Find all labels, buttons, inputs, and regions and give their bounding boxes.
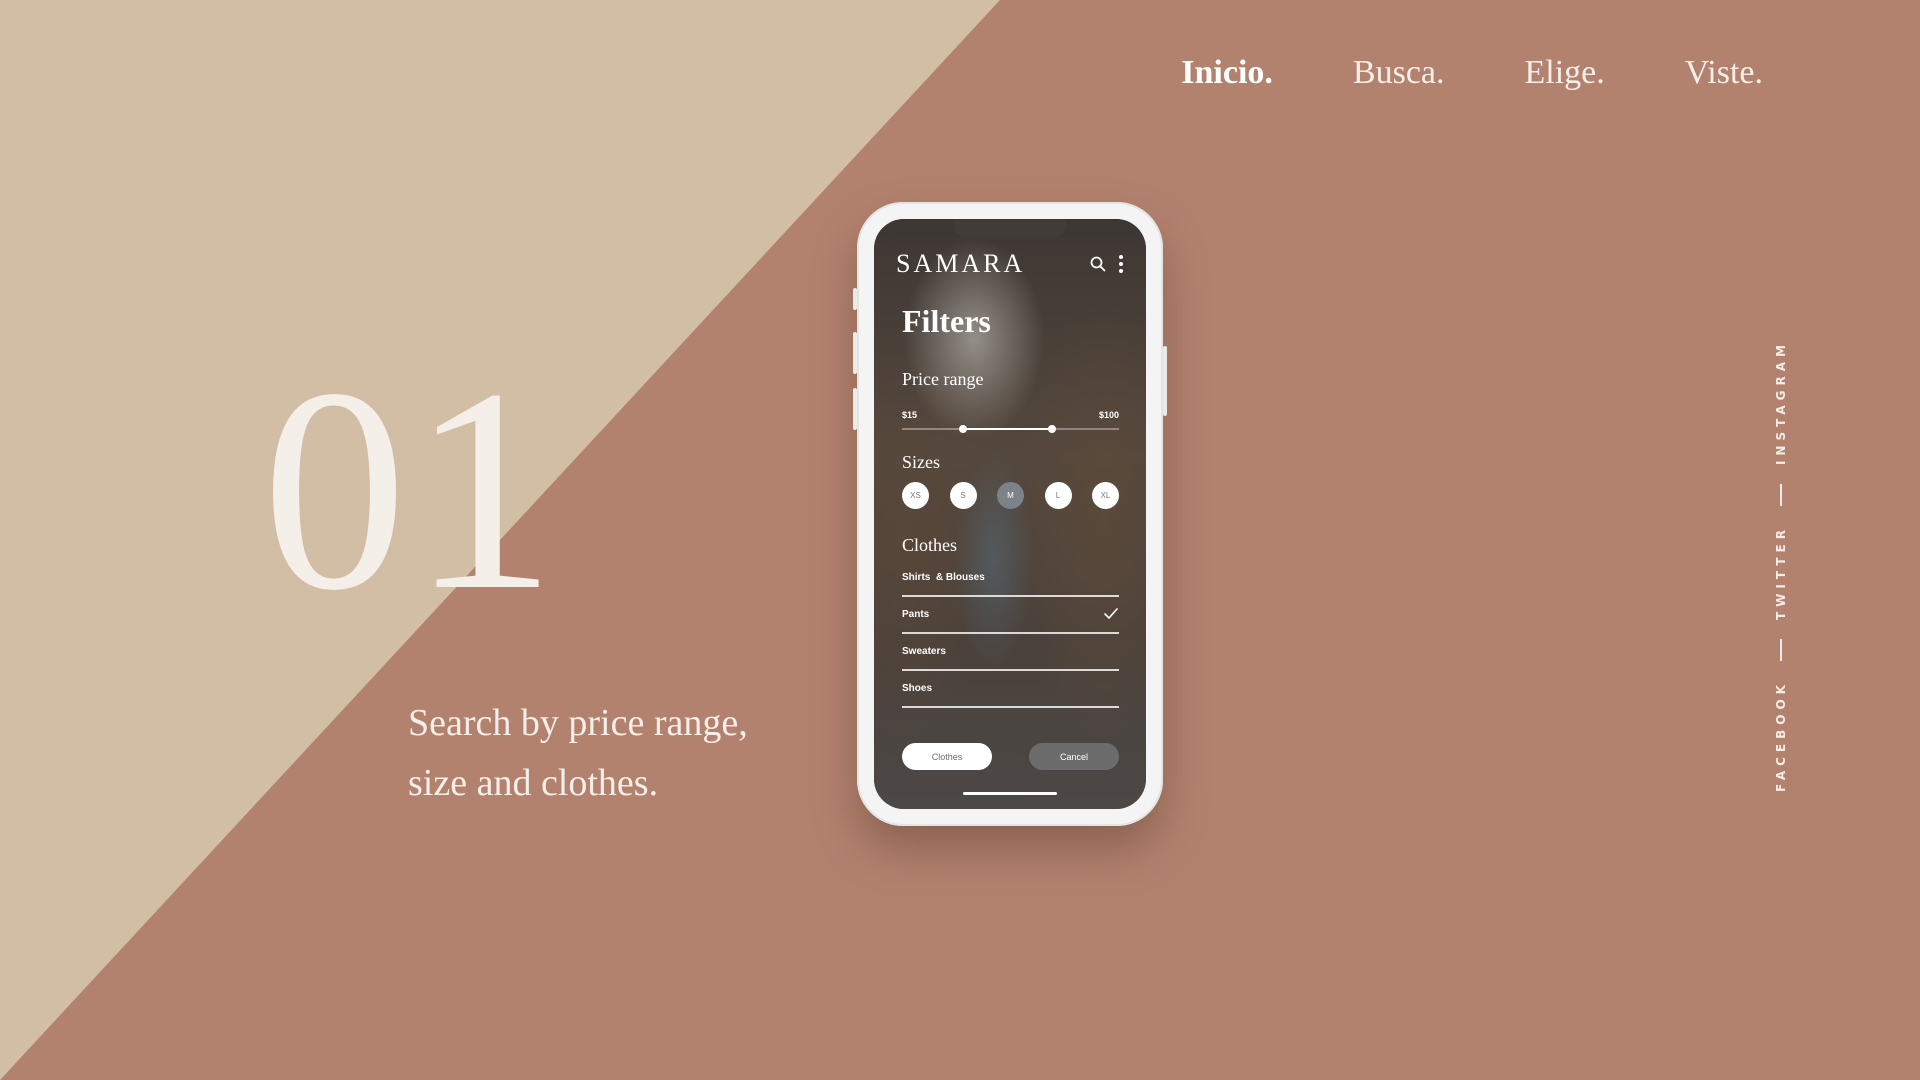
size-option-m[interactable]: M [997,482,1024,509]
filters-title: Filters [902,303,991,339]
hero-tagline: Search by price range, size and clothes. [408,693,828,813]
size-option-xs[interactable]: XS [902,482,929,509]
price-range-selected-fill [962,428,1052,430]
nav-item-elige[interactable]: Elige. [1525,54,1605,92]
tagline-line-2: size and clothes. [408,762,659,804]
size-option-s[interactable]: S [949,482,977,509]
tagline-line-1: Search by price range, [408,702,748,744]
nav-item-inicio[interactable]: Inicio. [1181,54,1273,92]
clothes-button[interactable]: Clothes [902,743,992,770]
step-number: 01 [262,329,560,650]
phone-notch [954,219,1066,237]
brand-logo: SAMARA [896,249,1026,278]
size-options: XS S M L XL [902,482,1119,509]
app-header: SAMARA [896,249,1124,279]
more-vertical-icon[interactable] [1118,254,1124,274]
clothes-item-label: Pants [902,609,930,620]
home-indicator [963,792,1057,795]
clothes-item-pants[interactable]: Pants [902,597,1119,634]
search-icon[interactable] [1090,256,1106,272]
clothes-item-label: Shoes [902,683,933,694]
clothes-item-label: Sweaters [902,646,946,657]
price-range-slider[interactable] [902,425,1119,433]
cancel-button[interactable]: Cancel [1029,743,1119,770]
social-links: FACEBOOK TWITTER INSTAGRAM [1765,340,1797,792]
social-link-instagram[interactable]: INSTAGRAM [1774,340,1788,465]
social-separator [1780,484,1782,507]
phone-mockup: SAMARA Filters Price range $15 $100 Size… [853,202,1167,826]
social-link-facebook[interactable]: FACEBOOK [1774,680,1788,792]
phone-side-button [853,288,857,310]
social-separator [1780,639,1782,662]
clothes-item-label: Shirts & Blouses [902,572,985,583]
sizes-label: Sizes [902,452,940,472]
clothes-item-sweaters[interactable]: Sweaters [902,634,1119,671]
nav-item-busca[interactable]: Busca. [1353,54,1445,92]
size-option-xl[interactable]: XL [1092,482,1119,509]
price-max-label: $100 [1098,410,1119,420]
clothes-item-shirts-blouses[interactable]: Shirts & Blouses [902,560,1119,597]
phone-screen: SAMARA Filters Price range $15 $100 Size… [874,219,1146,809]
price-min-label: $15 [902,410,918,420]
check-icon [1104,608,1118,619]
top-navigation: Inicio. Busca. Elige. Viste. [1181,54,1763,92]
clothes-item-shoes[interactable]: Shoes [902,671,1119,708]
nav-item-viste[interactable]: Viste. [1685,54,1763,92]
price-range-min-handle[interactable] [958,425,967,433]
phone-power-button [1163,346,1167,416]
phone-volume-up-button [853,332,857,374]
social-link-twitter[interactable]: TWITTER [1774,525,1788,620]
size-option-l[interactable]: L [1044,482,1072,509]
phone-volume-down-button [853,388,857,430]
price-range-label: Price range [902,369,984,389]
clothes-label: Clothes [902,535,958,555]
price-range-max-handle[interactable] [1047,425,1056,433]
